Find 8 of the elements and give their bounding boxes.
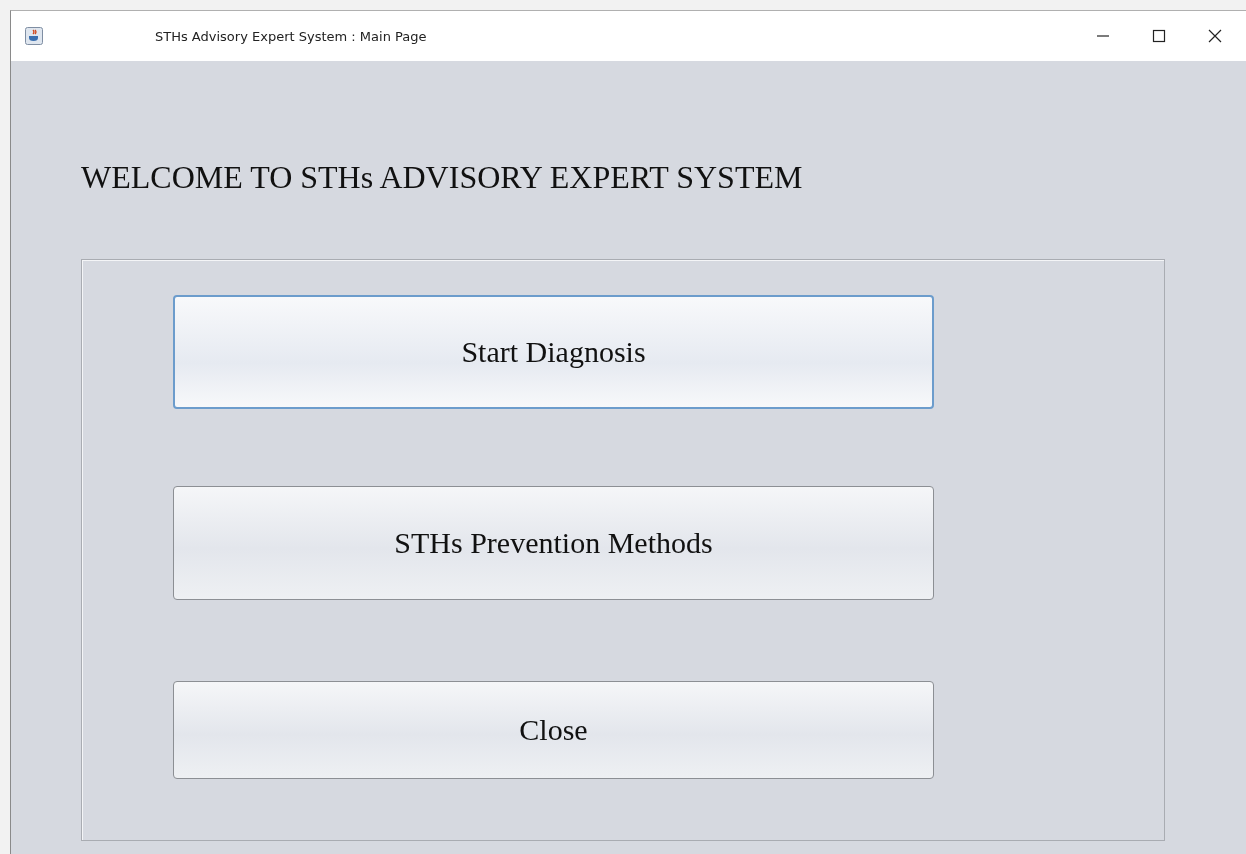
menu-button[interactable]: Start Diagnosis	[173, 295, 934, 409]
menu-button[interactable]: Close	[173, 681, 934, 779]
java-cup-icon	[25, 27, 43, 45]
window-title: STHs Advisory Expert System : Main Page	[155, 28, 427, 44]
menu-button[interactable]: STHs Prevention Methods	[173, 486, 934, 600]
welcome-heading: WELCOME TO STHs ADVISORY EXPERT SYSTEM	[81, 159, 804, 197]
close-icon	[1208, 29, 1222, 43]
maximize-icon	[1152, 29, 1166, 43]
